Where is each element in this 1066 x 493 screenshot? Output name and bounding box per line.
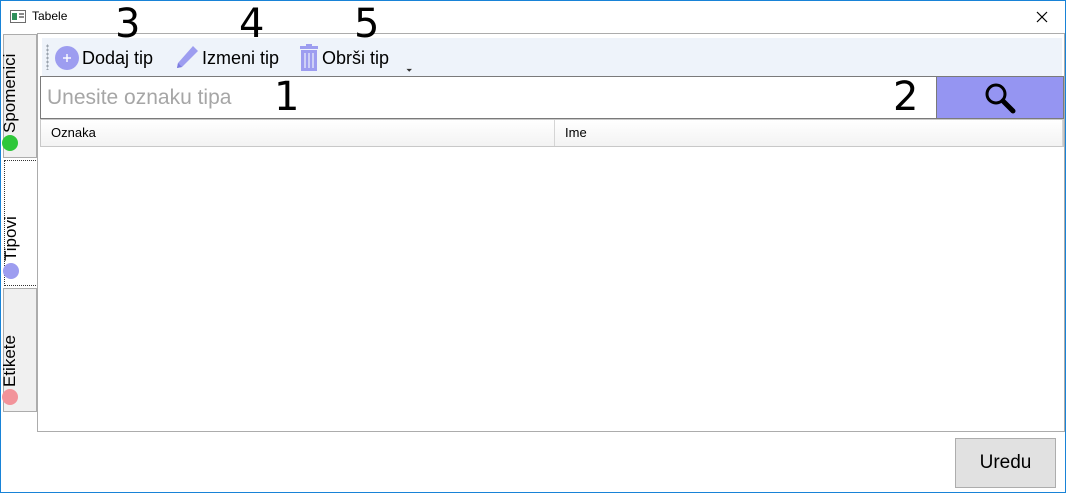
annotation-number: 4: [239, 1, 265, 47]
ok-button[interactable]: Uredu: [955, 438, 1056, 488]
delete-type-label: Obrši tip: [322, 47, 390, 68]
edit-type-label: Izmeni tip: [202, 47, 280, 68]
search-icon: [985, 83, 1016, 113]
annotation-number: 2: [893, 74, 919, 120]
tab-etikete[interactable]: Etikete: [0, 288, 37, 412]
toolbar-grip[interactable]: [46, 44, 49, 70]
close-icon: [1036, 11, 1048, 22]
trash-icon: [300, 44, 318, 71]
toolbar-overflow-icon[interactable]: ⏷: [406, 66, 412, 76]
tab-spomenici[interactable]: Spomenici: [0, 34, 37, 158]
tab-label: Etikete: [0, 335, 19, 387]
annotation-number: 3: [115, 1, 141, 47]
tab-label: Spomenici: [0, 53, 19, 133]
main-window: Tabele Spomenici Tipovi Etikete Dodaj ti…: [0, 0, 1066, 493]
column-header-ime[interactable]: Ime: [555, 120, 1063, 146]
column-header-oznaka[interactable]: Oznaka: [41, 120, 555, 146]
title-bar: Tabele: [1, 1, 1065, 32]
tab-label: Tipovi: [1, 216, 20, 261]
annotation-number: 1: [274, 74, 300, 120]
types-table: Oznaka Ime: [40, 119, 1064, 147]
pink-dot-icon: [2, 389, 18, 405]
toolbar: Dodaj tip Izmeni tip Obrši tip ⏷: [42, 38, 1062, 78]
app-icon: [10, 10, 26, 23]
search-input[interactable]: [40, 76, 936, 119]
pencil-icon: [177, 46, 198, 68]
plus-circle-icon: [55, 46, 79, 70]
add-type-label: Dodaj tip: [82, 47, 154, 68]
annotation-number: 5: [354, 1, 380, 47]
search-button[interactable]: [936, 76, 1064, 119]
vertical-tab-strip: Spomenici Tipovi Etikete: [0, 34, 39, 414]
tab-tipovi[interactable]: Tipovi: [1, 160, 38, 286]
purple-dot-icon: [3, 263, 19, 279]
green-dot-icon: [2, 135, 18, 151]
window-title: Tabele: [32, 9, 68, 23]
close-button[interactable]: [1019, 1, 1065, 32]
